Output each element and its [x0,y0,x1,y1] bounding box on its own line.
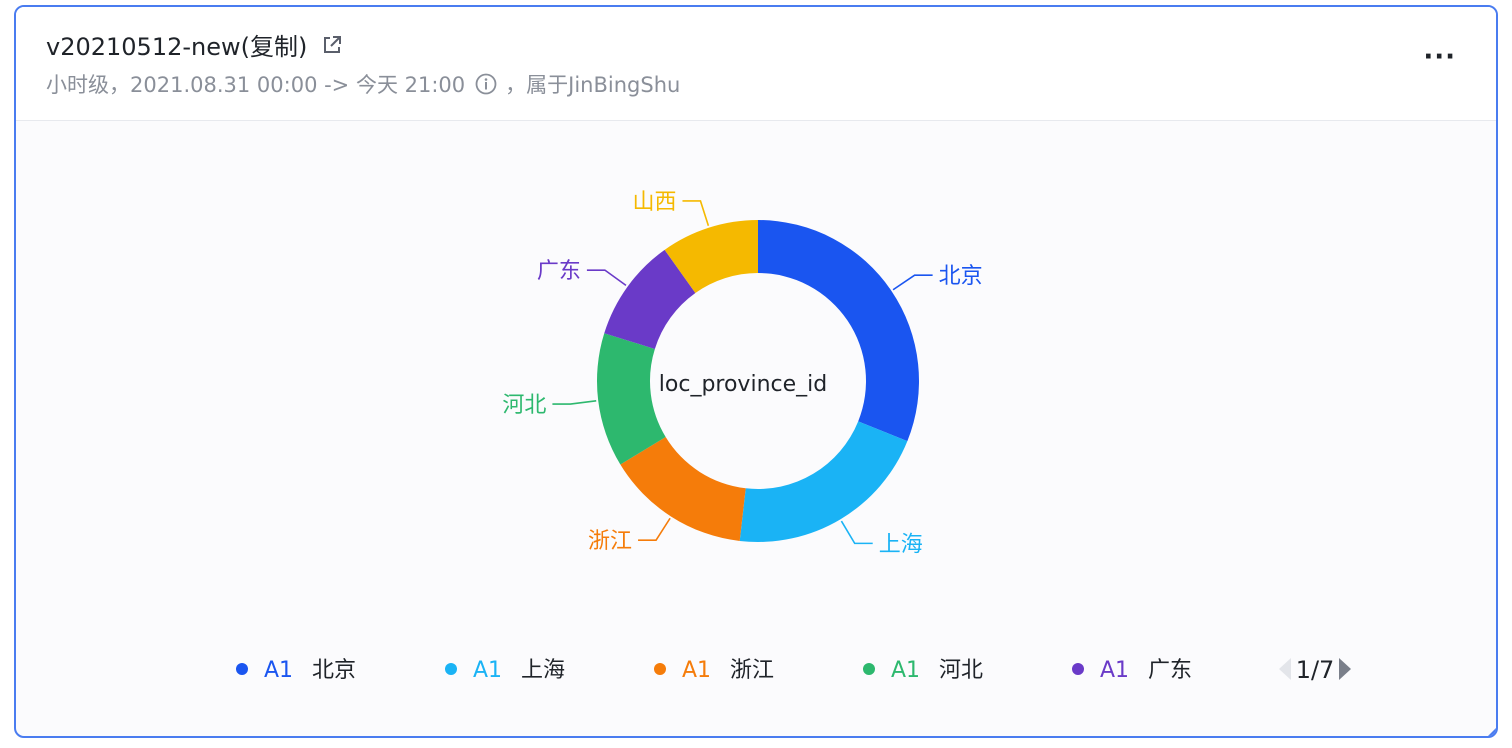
slice-label-0: 北京 [939,264,983,289]
legend-label-0: 北京 [312,658,356,683]
legend-label-2: 浙江 [730,658,774,683]
legend-series-3: A1 [891,658,920,683]
legend-item-4[interactable]: A1 广东 [1072,658,1192,683]
legend-label-1: 上海 [521,658,565,683]
legend-page-indicator: 1/7 [1296,656,1335,684]
legend-prev-page-icon[interactable] [1279,658,1291,680]
legend-series-1: A1 [473,658,502,683]
slice-label-4: 广东 [537,259,581,284]
donut-center-label: loc_province_id [659,372,827,397]
legend-dot-2 [654,663,666,675]
slice-label-3: 河北 [502,393,546,418]
legend-item-2[interactable]: A1 浙江 [654,658,774,683]
chart-card: v20210512-new(复制) 小时级，2021.08.31 00:00 -… [14,5,1498,738]
legend-dot-1 [445,663,457,675]
leader-line-2 [638,517,671,541]
slice-0[interactable] [758,220,920,442]
legend: A1 北京 A1 上海 A1 浙江 A1 河北 A1 广东 1/7 [236,656,1351,684]
legend-item-1[interactable]: A1 上海 [445,658,565,683]
leader-line-3 [552,400,597,405]
legend-series-4: A1 [1100,658,1129,683]
legend-item-0[interactable]: A1 北京 [236,658,356,683]
legend-item-3[interactable]: A1 河北 [863,658,983,683]
leader-line-0 [892,274,933,291]
legend-label-3: 河北 [939,658,983,683]
slice-label-1: 上海 [879,532,923,557]
leader-line-4 [586,269,627,287]
slice-label-5: 山西 [632,190,676,215]
legend-series-2: A1 [682,658,711,683]
legend-dot-0 [236,663,248,675]
leader-line-1 [840,520,873,545]
legend-next-page-icon[interactable] [1339,658,1351,680]
slice-1[interactable] [739,421,908,542]
donut-chart: 北京上海浙江河北广东山西 loc_province_id A1 北京 A1 上海 A1 浙… [236,190,1351,684]
legend-dot-3 [863,663,875,675]
legend-label-4: 广东 [1148,658,1192,683]
leader-line-5 [682,200,710,226]
legend-dot-4 [1072,663,1084,675]
legend-series-0: A1 [264,658,293,683]
slice-label-2: 浙江 [588,529,632,554]
resize-handle[interactable] [1488,728,1496,736]
